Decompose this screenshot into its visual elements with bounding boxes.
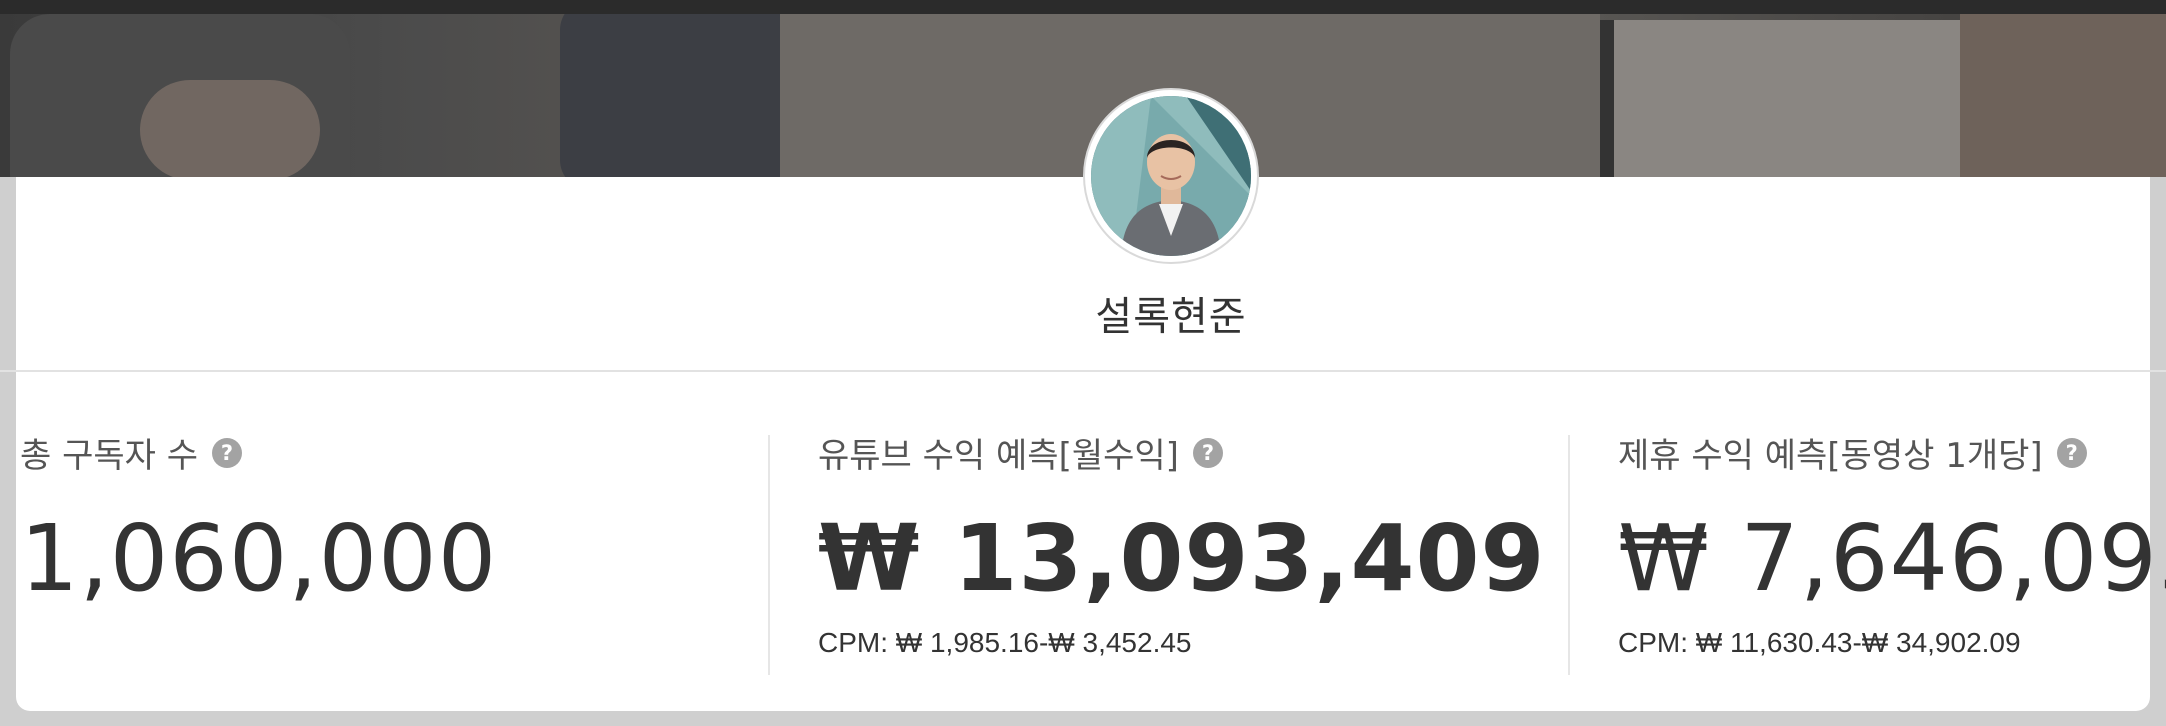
banner-decoration	[140, 80, 320, 177]
youtube-revenue-value: ₩ 13,093,409	[818, 505, 1546, 612]
sponsorship-revenue-label-row: 제휴 수익 예측[동영상 1개당] ?	[1618, 428, 2166, 477]
banner-decoration	[1600, 20, 1974, 177]
sponsorship-revenue-stat: 제휴 수익 예측[동영상 1개당] ? ₩ 7,646,093 CPM: ₩ 1…	[1618, 428, 2166, 659]
banner-top-strip	[0, 0, 2166, 14]
help-icon[interactable]: ?	[212, 437, 243, 468]
avatar-photo	[1091, 96, 1251, 256]
subscriber-count: 1,060,000	[20, 505, 498, 612]
youtube-revenue-label-row: 유튜브 수익 예측[월수익] ?	[818, 428, 1546, 477]
youtube-revenue-stat: 유튜브 수익 예측[월수익] ? ₩ 13,093,409 CPM: ₩ 1,9…	[818, 428, 1546, 659]
sponsorship-revenue-label: 제휴 수익 예측[동영상 1개당]	[1618, 436, 2043, 476]
column-divider	[768, 435, 770, 675]
channel-avatar[interactable]	[1083, 88, 1259, 264]
section-divider	[0, 370, 2166, 372]
channel-banner-image	[0, 0, 2166, 177]
youtube-revenue-cpm: CPM: ₩ 1,985.16-₩ 3,452.45	[818, 627, 1192, 658]
sponsorship-revenue-value: ₩ 7,646,093	[1618, 505, 2166, 612]
channel-name: 설록현준	[1095, 294, 1247, 340]
help-icon[interactable]: ?	[1192, 437, 1223, 468]
subscriber-label: 총 구독자 수	[20, 436, 199, 476]
banner-decoration	[1960, 14, 2166, 177]
channel-stats-page: 설록현준 총 구독자 수 ? 1,060,000 유튜브 수익 예측[월수익] …	[0, 0, 2166, 726]
youtube-revenue-label: 유튜브 수익 예측[월수익]	[818, 436, 1179, 476]
sponsorship-revenue-cpm: CPM: ₩ 11,630.43-₩ 34,902.09	[1618, 627, 2021, 658]
person-portrait-icon	[1091, 96, 1251, 256]
help-icon[interactable]: ?	[2056, 437, 2087, 468]
column-divider	[1568, 435, 1570, 675]
subscriber-label-row: 총 구독자 수 ?	[20, 428, 497, 477]
subscriber-stat: 총 구독자 수 ? 1,060,000	[20, 428, 497, 605]
